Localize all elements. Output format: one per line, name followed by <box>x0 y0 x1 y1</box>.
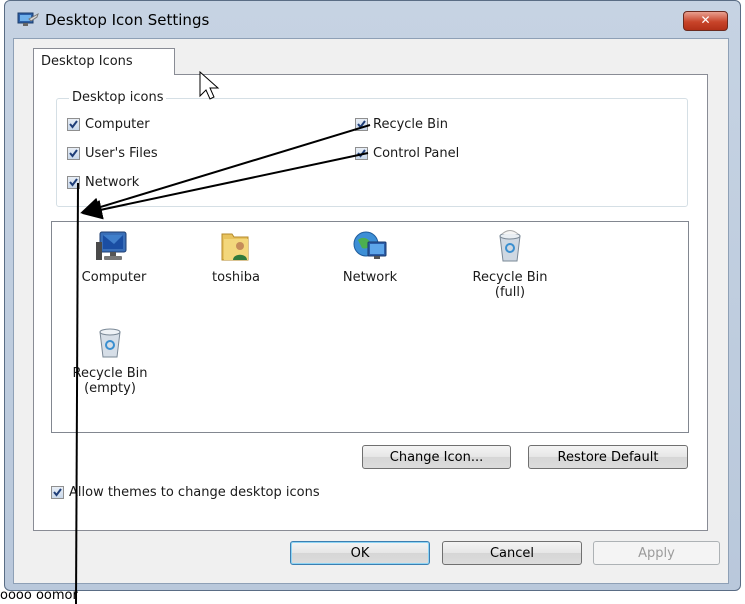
checkbox-users-files[interactable]: User's Files <box>67 146 158 161</box>
checkbox-label: Control Panel <box>373 146 460 161</box>
display-settings-icon <box>17 11 39 27</box>
preview-item-toshiba[interactable]: toshiba <box>186 228 286 285</box>
checkbox-label: Network <box>85 175 140 190</box>
preview-item-recycle-bin-full[interactable]: Recycle Bin (full) <box>460 228 560 300</box>
checkbox-box[interactable] <box>355 118 368 131</box>
groupbox-label: Desktop icons <box>69 90 167 105</box>
recycle-bin-full-icon <box>499 230 521 262</box>
icon-label-line2: (empty) <box>84 381 136 396</box>
apply-button[interactable]: Apply <box>593 541 720 565</box>
window-title: Desktop Icon Settings <box>45 11 210 29</box>
checkbox-computer[interactable]: Computer <box>67 117 150 132</box>
icon-label: toshiba <box>212 270 260 285</box>
desktop-icon-settings-dialog: Desktop Icon Settings ✕ Desktop Icons De… <box>4 0 741 591</box>
desktop-icons-groupbox: Desktop icons Computer User's Files Netw… <box>56 90 688 207</box>
icon-label-line2: (full) <box>494 285 526 300</box>
network-icon <box>353 231 387 259</box>
checkbox-control-panel[interactable]: Control Panel <box>355 146 459 161</box>
checkbox-label: Computer <box>85 117 150 132</box>
cancel-button[interactable]: Cancel <box>442 541 582 565</box>
close-button[interactable]: ✕ <box>683 11 728 31</box>
change-icon-button[interactable]: Change Icon... <box>362 445 511 469</box>
title-bar[interactable]: Desktop Icon Settings ✕ <box>5 1 740 41</box>
checkbox-box[interactable] <box>67 147 80 160</box>
icon-label-line1: Recycle Bin <box>472 270 548 285</box>
tab-panel: Desktop icons Computer User's Files Netw… <box>33 74 708 531</box>
checkbox-label: Recycle Bin <box>373 117 448 132</box>
icon-label: Network <box>342 270 398 285</box>
icon-preview-list[interactable]: Computer toshiba Network Recycle Bin (fu… <box>51 221 689 433</box>
checkbox-box[interactable] <box>67 118 80 131</box>
preview-item-network[interactable]: Network <box>320 228 420 285</box>
checkbox-recycle-bin[interactable]: Recycle Bin <box>355 117 448 132</box>
checkbox-label: Allow themes to change desktop icons <box>69 485 320 500</box>
ok-button[interactable]: OK <box>290 541 430 565</box>
partial-background-text: oooo oomor <box>0 588 78 603</box>
checkbox-box[interactable] <box>67 176 80 189</box>
checkbox-box[interactable] <box>51 486 64 499</box>
icon-label-line1: Recycle Bin <box>72 366 148 381</box>
checkbox-label: User's Files <box>85 146 158 161</box>
tab-desktop-icons[interactable]: Desktop Icons <box>33 48 175 75</box>
preview-item-computer[interactable]: Computer <box>64 228 164 285</box>
recycle-bin-empty-icon <box>99 328 121 358</box>
user-folder-icon <box>221 233 249 261</box>
preview-item-recycle-bin-empty[interactable]: Recycle Bin (empty) <box>60 324 160 396</box>
restore-default-button[interactable]: Restore Default <box>528 445 688 469</box>
checkbox-allow-themes[interactable]: Allow themes to change desktop icons <box>51 485 320 500</box>
checkbox-network[interactable]: Network <box>67 175 139 190</box>
checkbox-box[interactable] <box>355 147 368 160</box>
icon-label: Computer <box>81 270 147 285</box>
dialog-client-area: Desktop Icons Desktop icons Computer Use… <box>13 38 729 584</box>
computer-icon <box>96 231 127 260</box>
